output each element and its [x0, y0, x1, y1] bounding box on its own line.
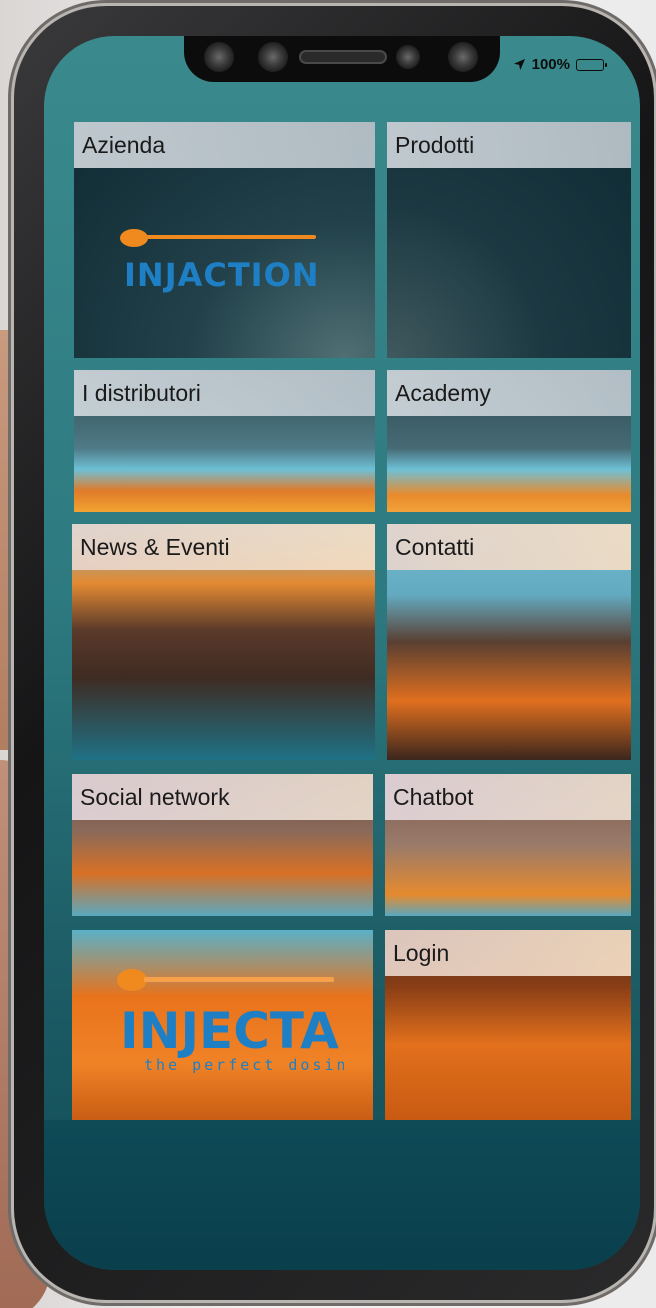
tile-azienda[interactable]: Azienda INJACTION [74, 122, 375, 358]
speaker-grille [299, 50, 387, 64]
status-bar: 100% [513, 56, 607, 73]
tile-login-label: Login [385, 930, 631, 976]
sensor-icon [258, 42, 288, 72]
svg-text:the perfect dosing: the perfect dosing [144, 1056, 344, 1074]
tile-news-eventi-label: News & Eventi [72, 524, 375, 570]
svg-text:INJECTA: INJECTA [120, 1002, 339, 1060]
sensor-icon [396, 45, 420, 69]
tile-contatti-label: Contatti [387, 524, 631, 570]
battery-icon [576, 58, 607, 71]
tile-azienda-label: Azienda [74, 122, 375, 168]
tile-news-eventi[interactable]: News & Eventi [72, 524, 375, 760]
tile-injecta-logo[interactable]: INJECTA the perfect dosing [72, 930, 373, 1120]
tile-login[interactable]: Login [385, 930, 631, 1120]
tile-social-network[interactable]: Social network [72, 774, 373, 916]
empty-bottom-area [44, 1120, 640, 1270]
phone-frame: Azienda INJACTION Prodotti I distributor… [14, 6, 654, 1300]
svg-text:INJACTION: INJACTION [124, 256, 318, 294]
tile-prodotti-label: Prodotti [387, 122, 631, 168]
tile-contatti[interactable]: Contatti [387, 524, 631, 760]
tile-distributori[interactable]: I distributori [74, 370, 375, 512]
tile-chatbot[interactable]: Chatbot [385, 774, 631, 916]
camera-icon [204, 42, 234, 72]
injaction-logo: INJACTION [120, 229, 318, 294]
location-arrow-icon [513, 58, 525, 71]
tile-academy-label: Academy [387, 370, 631, 416]
camera-icon [448, 42, 478, 72]
tile-distributori-label: I distributori [74, 370, 375, 416]
battery-percentage: 100% [531, 56, 570, 73]
phone-notch [184, 36, 500, 82]
phone-screen: Azienda INJACTION Prodotti I distributor… [44, 36, 640, 1270]
photo-background: Azienda INJACTION Prodotti I distributor… [0, 0, 656, 1308]
tile-academy[interactable]: Academy [387, 370, 631, 512]
tile-prodotti[interactable]: Prodotti [387, 122, 631, 358]
tile-social-network-label: Social network [72, 774, 373, 820]
tile-chatbot-label: Chatbot [385, 774, 631, 820]
injecta-logo: INJECTA the perfect dosing [117, 969, 344, 1074]
